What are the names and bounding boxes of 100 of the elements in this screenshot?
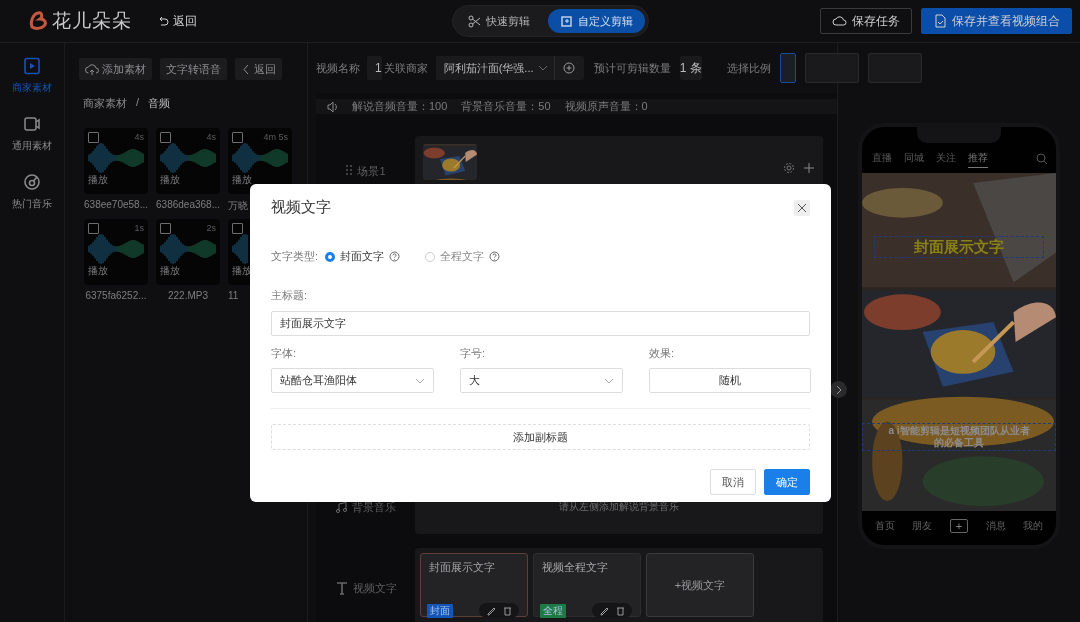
mode-tab[interactable]: 自定义剪辑 — [547, 9, 645, 33]
drag-handle-icon — [345, 164, 354, 176]
waveform-drawing — [232, 234, 248, 264]
phone-tab[interactable]: 同城 — [904, 151, 924, 167]
duration-label: 4m 5s — [263, 132, 288, 142]
text-card-title: 视频全程文字 — [542, 561, 608, 573]
size-select[interactable]: 大 — [460, 368, 623, 393]
document-icon — [933, 14, 947, 28]
play-button[interactable]: 播放 — [232, 173, 252, 187]
radio-option[interactable]: 全程文字 — [425, 249, 485, 264]
field-label: 文字类型: — [271, 249, 319, 264]
radio-option[interactable]: 封面文字 — [325, 249, 385, 264]
waveform-drawing — [88, 234, 144, 264]
checkbox[interactable] — [232, 222, 243, 234]
checkbox[interactable] — [160, 222, 171, 234]
add-text-button[interactable]: +视频文字 — [646, 553, 754, 617]
pencil-icon — [486, 605, 496, 616]
play-button[interactable]: 播放 — [160, 173, 180, 187]
play-button[interactable]: 播放 — [160, 264, 180, 278]
phone-nav-item[interactable]: 朋友 — [912, 519, 933, 533]
empty-hint: 请从左侧添加解说背景音乐 — [559, 500, 679, 514]
effect-button[interactable]: 随机 — [649, 368, 811, 393]
ratio-option[interactable] — [779, 53, 796, 83]
create-button[interactable]: + — [949, 519, 969, 533]
logo-icon — [28, 10, 50, 32]
trash-icon — [502, 605, 512, 616]
field-label: 主标题: — [271, 289, 308, 301]
title-field[interactable]: 封面展示文字 — [271, 311, 810, 336]
field-label: 关联商家 — [383, 60, 428, 76]
play-button[interactable]: 播放 — [88, 264, 108, 278]
mode-tab[interactable]: 快速剪辑 — [455, 9, 542, 33]
music-disc-icon — [23, 173, 41, 191]
text-card[interactable]: 封面展示文字 封面 — [420, 553, 528, 617]
waveform-drawing — [88, 143, 144, 173]
add-material-button[interactable]: 添加素材 — [79, 58, 152, 80]
file-name: 6386dea368... — [156, 199, 220, 210]
plus-icon — [803, 162, 815, 174]
duration-label: 2s — [206, 223, 216, 233]
back-button[interactable]: 返回 — [235, 58, 282, 80]
clip-count-field: 1 条 — [679, 56, 702, 80]
field-label: 效果: — [649, 347, 675, 359]
save-task-button[interactable]: 保存任务 — [820, 8, 912, 34]
camera-icon — [23, 115, 41, 133]
file-name: 6375fa6252... — [85, 290, 147, 301]
logo-text: 花儿朵朵 — [52, 9, 132, 33]
phone-tab[interactable]: 关注 — [936, 151, 956, 167]
audio-card[interactable]: 1s 播放 — [84, 219, 148, 285]
speaker-icon — [326, 99, 338, 114]
upload-cloud-icon — [85, 62, 99, 76]
volume-label: 视频原声音量：0 — [564, 99, 648, 114]
tag: 封面 — [427, 604, 453, 618]
audio-card[interactable]: 4s 播放 — [156, 128, 220, 194]
radio[interactable] — [325, 251, 336, 262]
nav-item[interactable]: 商家素材 — [12, 57, 52, 95]
scene-label: 场景1 — [357, 164, 386, 179]
checkbox[interactable] — [160, 131, 171, 143]
field-label: 字号: — [460, 347, 486, 359]
text-card[interactable]: 视频全程文字 全程 — [533, 553, 641, 617]
chevron-down-icon — [415, 376, 425, 385]
cancel-button[interactable]: 取消 — [710, 469, 756, 495]
phone-nav-item[interactable]: 消息 — [985, 519, 1006, 533]
audio-card[interactable]: 4s 播放 — [84, 128, 148, 194]
music-note-icon — [335, 500, 348, 514]
back-button[interactable]: 返回 — [154, 10, 199, 32]
waveform-drawing — [232, 143, 288, 173]
volume-label: 解说音频音量：100 — [352, 99, 448, 114]
track-label: 背景音乐 — [352, 499, 396, 515]
help-icon — [389, 251, 401, 262]
add-subtitle-button[interactable]: 添加副标题 — [271, 424, 810, 450]
checkbox[interactable] — [88, 131, 99, 143]
duration-label: 1s — [134, 223, 144, 233]
breadcrumb-separator: / — [136, 96, 140, 110]
checkbox[interactable] — [232, 131, 243, 143]
crop-icon — [559, 14, 573, 28]
confirm-button[interactable]: 确定 — [764, 469, 810, 495]
video-icon — [23, 57, 41, 75]
breadcrumb-item[interactable]: 商家素材 — [83, 96, 127, 111]
nav-item[interactable]: 热门音乐 — [12, 173, 52, 211]
text-to-speech-button[interactable]: 文字转语音 — [160, 58, 227, 80]
text-card-title: 封面展示文字 — [429, 561, 495, 573]
field-label: 视频名称 — [316, 60, 360, 76]
track-label: 视频文字 — [352, 580, 397, 596]
close-button[interactable] — [794, 199, 810, 216]
trash-icon — [615, 605, 625, 616]
play-button[interactable]: 播放 — [88, 173, 108, 187]
phone-tab[interactable]: 直播 — [872, 151, 892, 167]
help-icon — [489, 251, 501, 262]
save-and-view-button[interactable]: 保存并查看视频组合 — [921, 8, 1072, 34]
phone-nav-item[interactable]: 首页 — [874, 519, 895, 533]
audio-card[interactable]: 4m 5s 播放 — [228, 128, 292, 194]
nav-item[interactable]: 通用素材 — [12, 115, 52, 153]
checkbox[interactable] — [88, 222, 99, 234]
phone-tab[interactable]: 推荐 — [968, 150, 988, 168]
waveform-drawing — [160, 234, 216, 264]
field-label: 选择比例 — [726, 60, 771, 76]
phone-nav-item[interactable]: 我的 — [1023, 519, 1044, 533]
chevron-left-icon — [241, 62, 251, 76]
audio-card[interactable]: 2s 播放 — [156, 219, 220, 285]
video-name-field[interactable]: 1 — [367, 56, 382, 80]
font-select[interactable]: 站酷仓耳渔阳体 — [271, 368, 434, 393]
